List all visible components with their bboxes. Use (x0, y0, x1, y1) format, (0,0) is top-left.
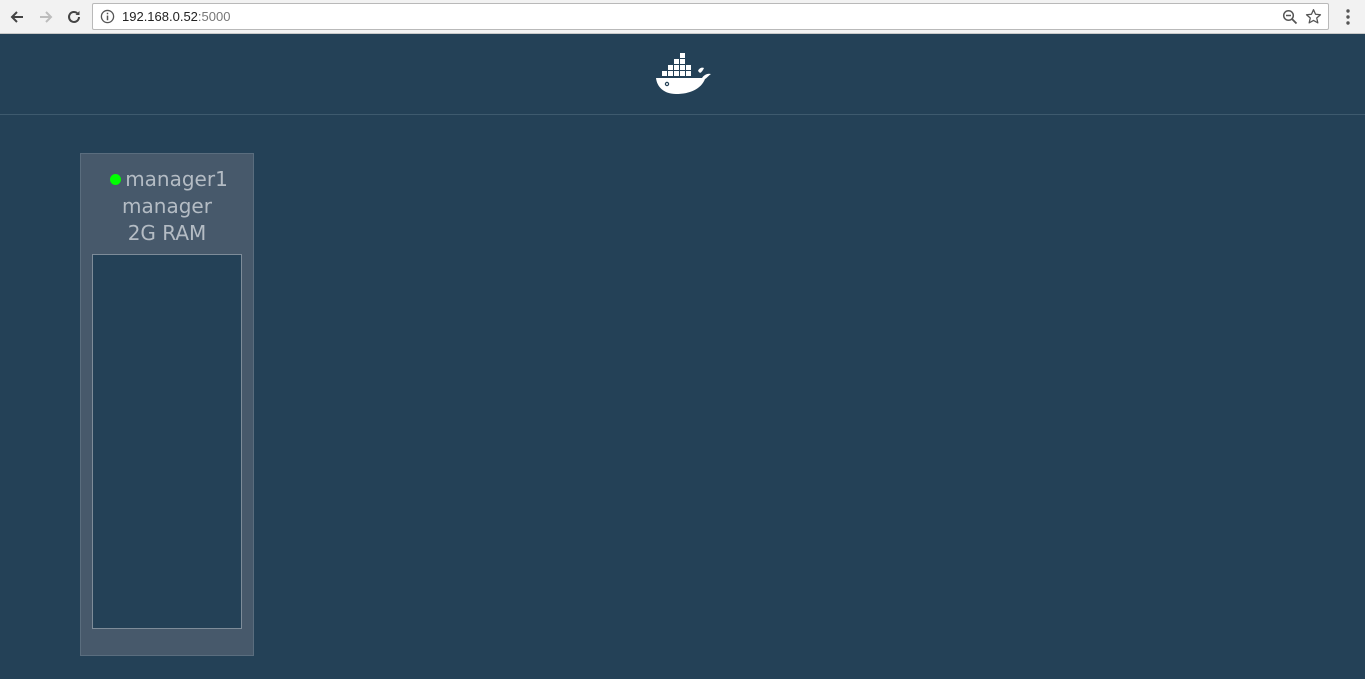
docker-whale-logo (656, 53, 711, 94)
page-header (0, 35, 1365, 115)
node-name-row: manager1 (85, 166, 253, 193)
reload-icon (68, 10, 80, 23)
url-text[interactable]: 192.168.0.52:5000 (122, 9, 230, 24)
info-icon[interactable] (100, 9, 115, 24)
node-role: manager (122, 194, 212, 218)
node-name: manager1 (125, 167, 228, 191)
reload-button[interactable] (62, 5, 86, 29)
browser-toolbar: 192.168.0.52:5000 (0, 0, 1365, 34)
back-arrow-icon (10, 11, 23, 23)
zoom-icon[interactable] (1282, 9, 1298, 25)
node-ram: 2G RAM (127, 221, 207, 245)
url-host: 192.168.0.52 (122, 9, 198, 24)
back-button[interactable] (5, 5, 29, 29)
forward-arrow-icon (40, 11, 53, 23)
node-card-manager1: manager1 manager 2G RAM (80, 153, 254, 656)
address-bar[interactable]: 192.168.0.52:5000 (92, 3, 1329, 30)
node-info: manager1 manager 2G RAM (81, 166, 253, 247)
task-container-area (92, 254, 242, 629)
forward-button[interactable] (34, 5, 58, 29)
url-port: :5000 (197, 9, 231, 24)
status-indicator (110, 174, 122, 185)
kebab-menu-icon[interactable] (1340, 7, 1356, 27)
star-icon[interactable] (1305, 8, 1322, 25)
